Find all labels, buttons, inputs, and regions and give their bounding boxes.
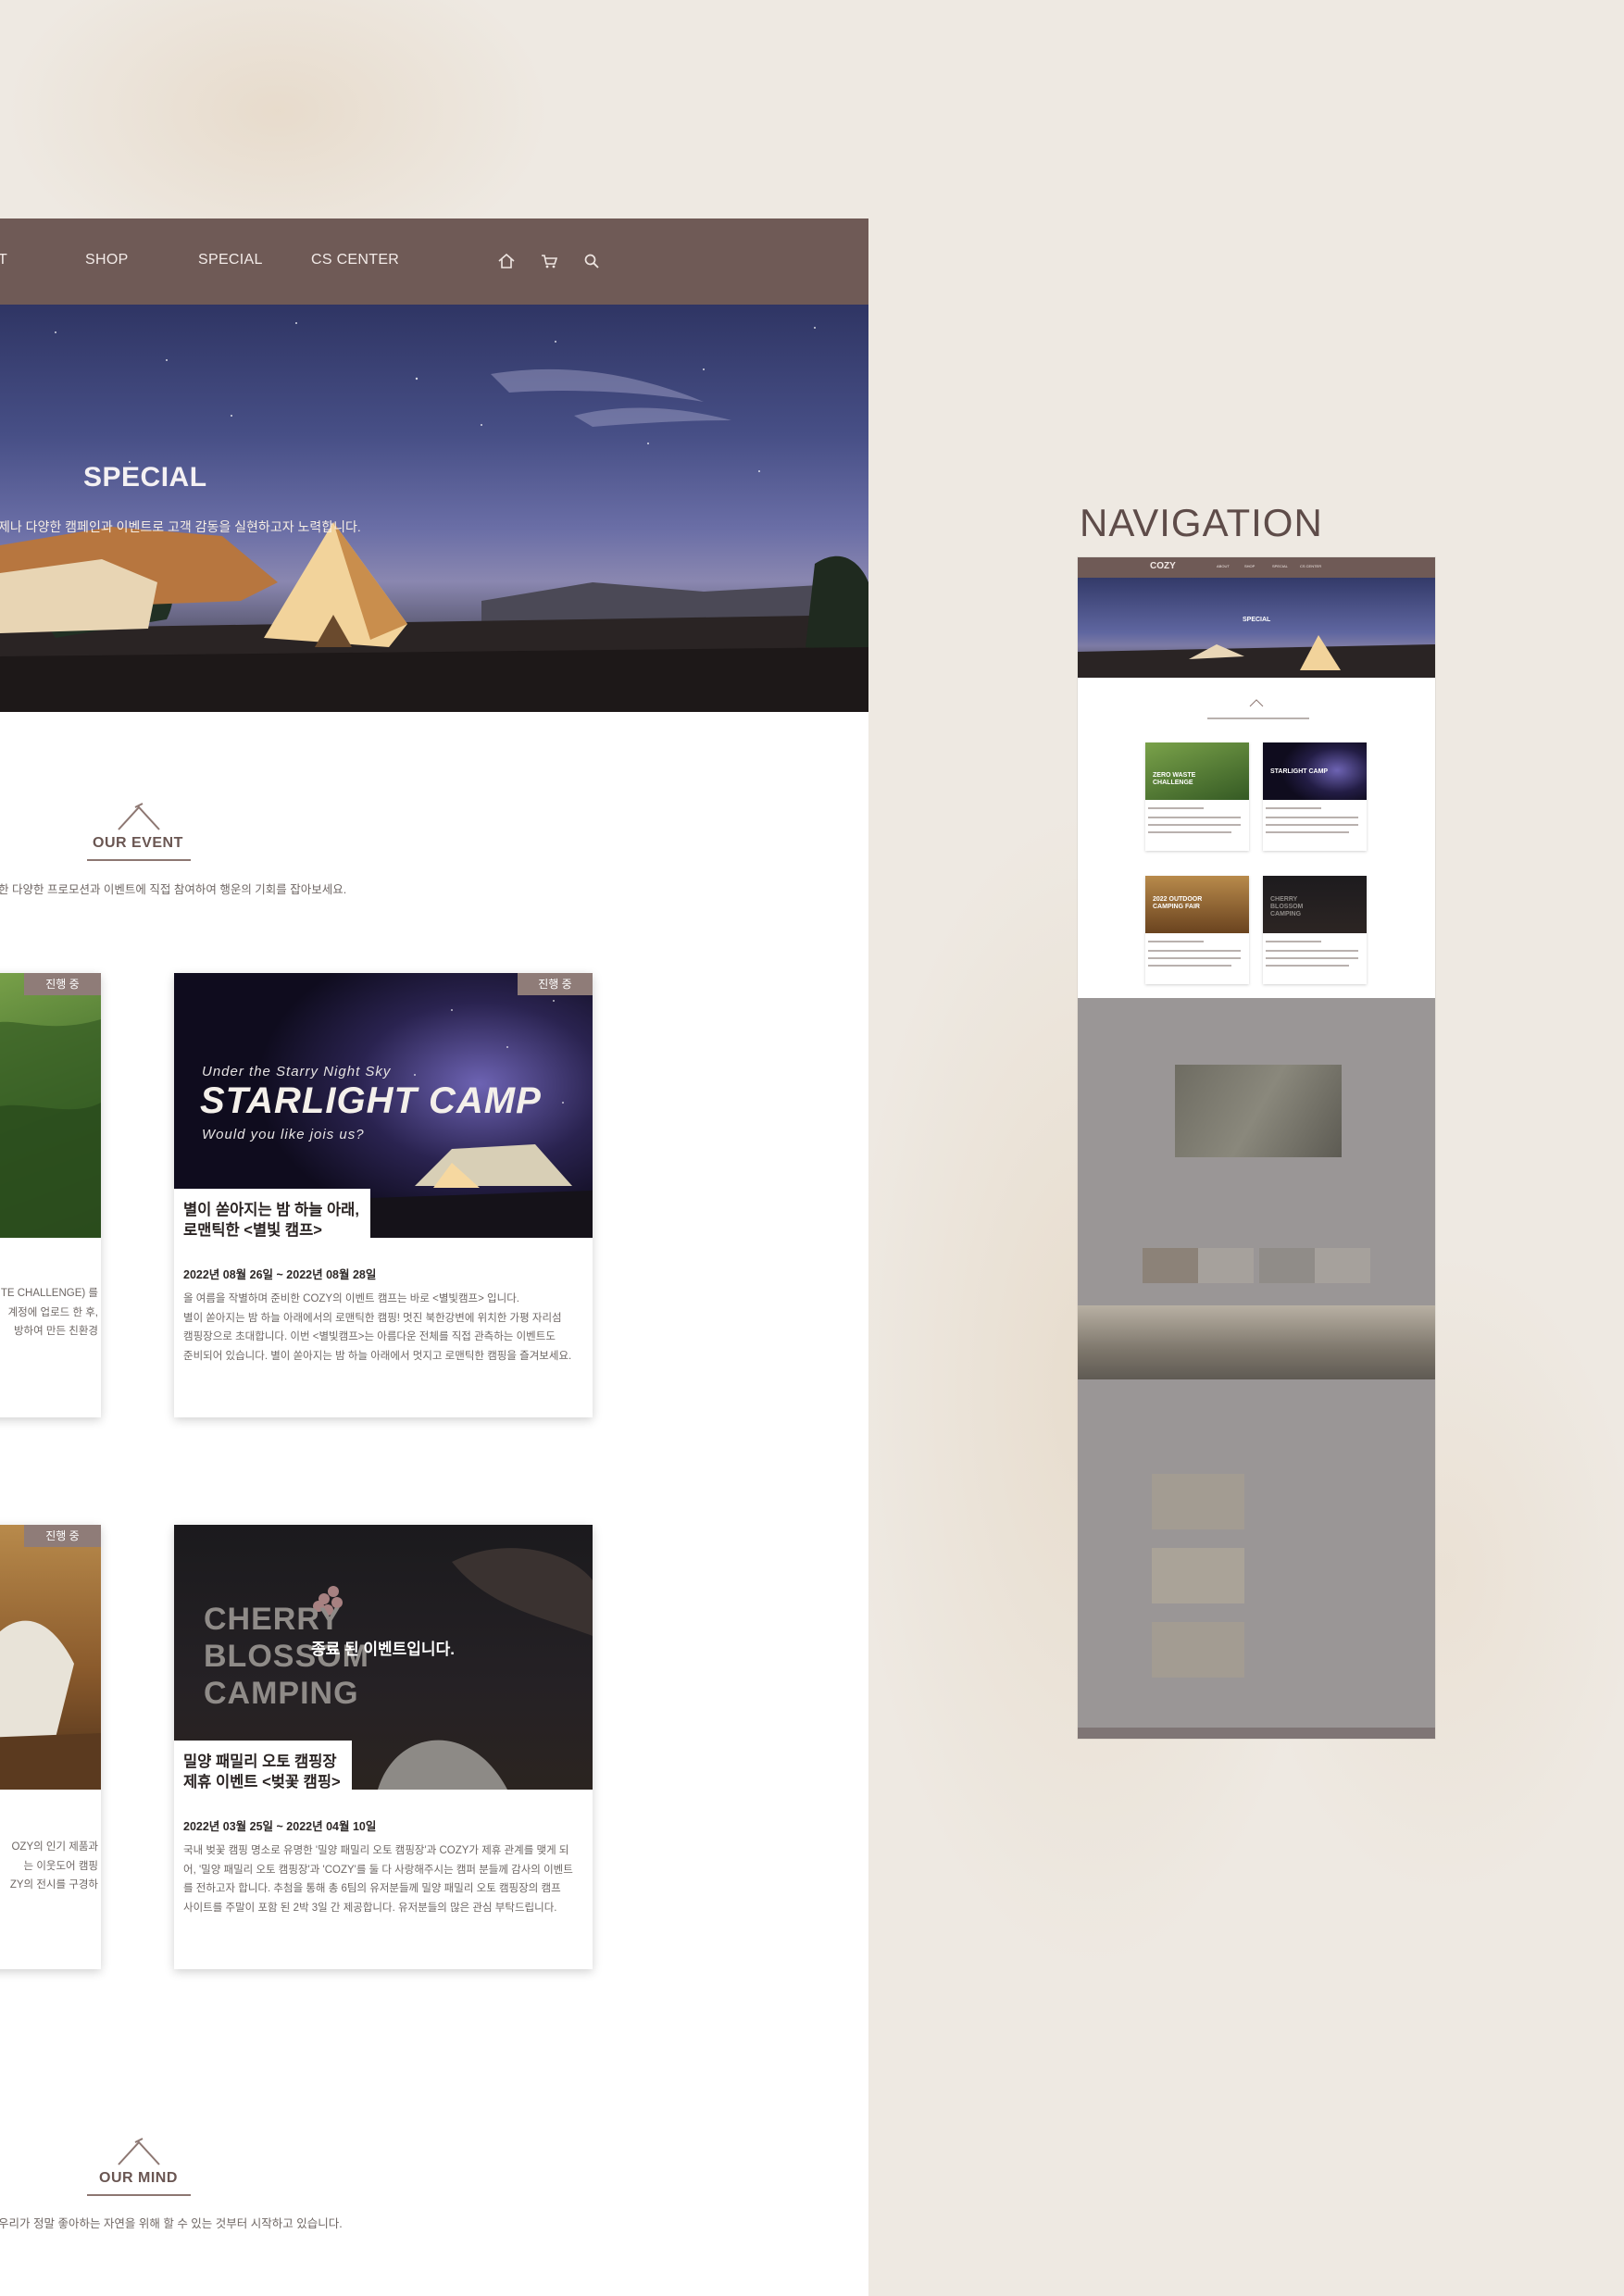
top-navigation-bar: T SHOP SPECIAL CS CENTER <box>0 218 868 305</box>
tent-logo-icon <box>118 2138 160 2165</box>
banner-title-line: CHERRY <box>204 1602 342 1637</box>
cart-icon[interactable] <box>539 251 559 271</box>
thumb-card-label: STARLIGHT CAMP <box>1270 768 1329 775</box>
our-event-description: 한 다양한 프로모션과 이벤트에 직접 참여하여 행운의 기회를 잡아보세요. <box>0 883 347 896</box>
event-card-body: 올 여름을 작별하며 준비한 COZY의 이벤트 캠프는 바로 <별빛캠프> 입… <box>183 1293 572 1362</box>
banner-small-text: Under the Starry Night Sky <box>202 1064 392 1079</box>
thumb-card-cherry-blossom[interactable]: CHERRY BLOSSOM CAMPING <box>1263 876 1367 984</box>
thumb-tent-icon <box>1249 699 1264 707</box>
thumb-card-label: ZERO WASTE CHALLENGE <box>1153 772 1196 786</box>
thumb-hero: SPECIAL <box>1078 578 1435 678</box>
thumb-nav-bar: COZY ABOUT SHOP SPECIAL CS CENTER <box>1078 557 1435 578</box>
banner-title: STARLIGHT CAMP <box>200 1080 542 1121</box>
event-card-title: 별이 쏟아지는 밤 하늘 아래, 로맨틱한 <별빛 캠프> <box>174 1189 370 1246</box>
event-card-body: 국내 벚꽃 캠핑 명소로 유명한 '밀양 패밀리 오토 캠핑장'과 COZY가 … <box>183 1845 573 1914</box>
thumb-card-label: 2022 OUTDOOR CAMPING FAIR <box>1153 896 1203 910</box>
nav-item-cs-center[interactable]: CS CENTER <box>311 252 399 268</box>
navigation-heading: NAVIGATION <box>1080 501 1323 544</box>
thumb-hero-title: SPECIAL <box>1243 617 1271 623</box>
thumb-card-zero-waste[interactable]: ZERO WASTE CHALLENGE <box>1145 742 1249 851</box>
our-event-title: OUR EVENT <box>93 835 183 851</box>
our-mind-title: OUR MIND <box>99 2170 178 2186</box>
special-page-mockup: T SHOP SPECIAL CS CENTER SPECIAL 제나 다양한 … <box>0 218 868 2296</box>
banner-tagline: Would you like jois us? <box>202 1127 365 1142</box>
event-card-body: TE CHALLENGE) 를 계정에 업로드 한 후, 방하여 만든 친환경 <box>0 1288 98 1337</box>
event-card-cherry-blossom[interactable]: CHERRY BLOSSOM CAMPING 종료 된 이벤트입니다. 밀양 패… <box>174 1525 593 1969</box>
nav-item-special[interactable]: SPECIAL <box>198 252 263 268</box>
event-card-starlight-camp[interactable]: Under the Starry Night Sky STARLIGHT CAM… <box>174 973 593 1417</box>
event-card-camping-fair[interactable]: 진행 중 OZY의 인기 제품과 는 이웃도어 캠핑 ZY의 전시를 구경하 <box>0 1525 101 1969</box>
full-page-thumbnail[interactable]: COZY ABOUT SHOP SPECIAL CS CENTER SPECIAL … <box>1078 557 1435 1739</box>
thumb-card-label: CHERRY BLOSSOM CAMPING <box>1270 896 1304 917</box>
event-card-date: 2022년 08월 26일 ~ 2022년 08월 28일 <box>183 1268 377 1281</box>
event-card-date: 2022년 03월 25일 ~ 2022년 04월 10일 <box>183 1820 377 1833</box>
hero-banner: SPECIAL 제나 다양한 캠페인과 이벤트로 고객 감동을 실현하고자 노력… <box>0 305 868 712</box>
event-card-body: OZY의 인기 제품과 는 이웃도어 캠핑 ZY의 전시를 구경하 <box>9 1841 98 1890</box>
hero-subtitle: 제나 다양한 캠페인과 이벤트로 고객 감동을 실현하고자 노력합니다. <box>0 519 361 534</box>
event-card-image <box>0 973 101 1238</box>
our-mind-description: 우리가 정말 좋아하는 자연을 위해 할 수 있는 것부터 시작하고 있습니다. <box>0 2217 343 2230</box>
tent-logo-icon <box>118 803 160 830</box>
event-ended-overlay: 종료 된 이벤트입니다. <box>311 1641 455 1658</box>
our-event-underline <box>87 859 191 861</box>
event-card-image <box>0 1525 101 1790</box>
thumb-dimmed-lower-page <box>1078 998 1435 1739</box>
our-mind-underline <box>87 2194 191 2196</box>
banner-title-line: CAMPING <box>204 1676 359 1711</box>
status-badge: 진행 중 <box>24 1525 101 1547</box>
thumb-card-camping-fair[interactable]: 2022 OUTDOOR CAMPING FAIR <box>1145 876 1249 984</box>
event-card-title: 밀양 패밀리 오토 캠핑장 제휴 이벤트 <벚꽃 캠핑> <box>174 1741 352 1798</box>
search-icon[interactable] <box>581 251 602 271</box>
event-card-zero-waste[interactable]: 진행 중 TE CHALLENGE) 를 계정에 업로드 한 후, 방하여 만든… <box>0 973 101 1417</box>
home-icon[interactable] <box>496 251 517 271</box>
status-badge: 진행 중 <box>518 973 593 995</box>
hero-camp-image <box>0 322 868 712</box>
hero-title: SPECIAL <box>83 462 207 493</box>
thumb-logo: COZY <box>1150 561 1176 571</box>
nav-item-about[interactable]: T <box>0 252 7 268</box>
thumb-card-starlight[interactable]: STARLIGHT CAMP <box>1263 742 1367 851</box>
nav-item-shop[interactable]: SHOP <box>85 252 129 268</box>
status-badge: 진행 중 <box>24 973 101 995</box>
